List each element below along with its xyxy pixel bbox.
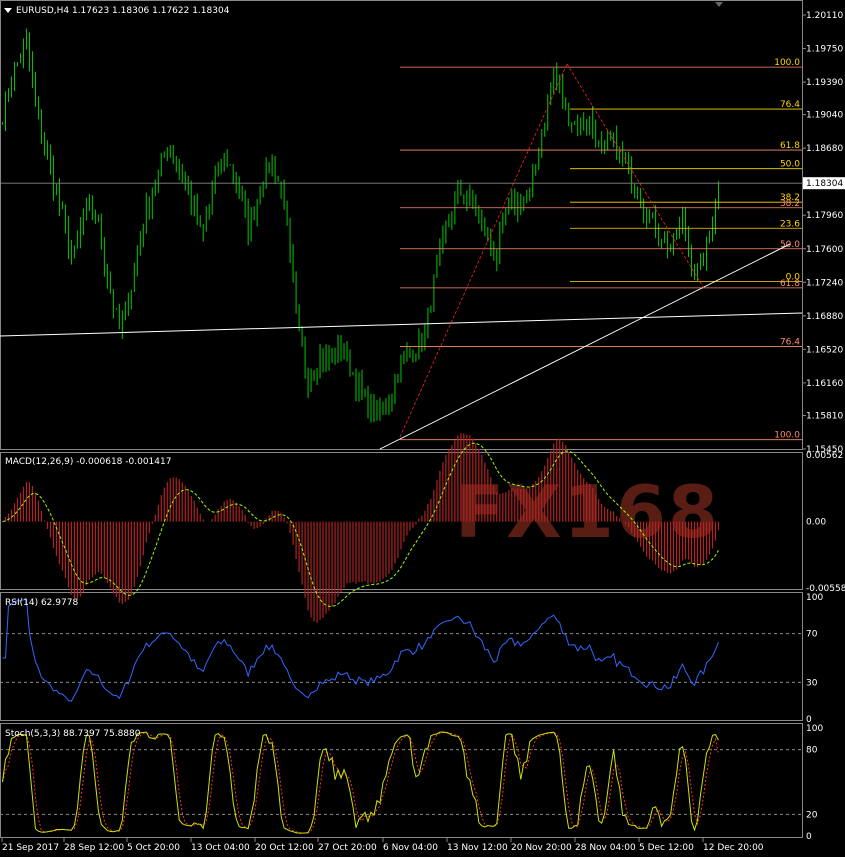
stoch-main-line [2,731,719,834]
time-axis: 21 Sep 2017 28 Sep 12:00 5 Oct 20:00 13 Oct… [1,838,764,853]
time-axis-tick-label: 12 Dec 20:00 [703,843,764,853]
price-axis-tick-label: 1.16160 [806,379,843,389]
macd-panel-title: MACD(12,26,9) -0.000618 -0.001417 [5,457,171,467]
fib-level-label: 23.6 [780,219,800,229]
trading-terminal: FX168 100.0 76.4 61.8 50.0 38.2 38.2 23.6 50.0 0… [0,0,845,857]
fib-level-label: 38.2 [780,199,800,209]
rsi-axis-tick-label: 70 [806,630,818,640]
fib-base-line [399,63,568,438]
price-layer: 100.076.461.850.038.238.223.650.00.061.8… [0,28,803,450]
price-axis-tick-label: 1.18680 [806,144,843,154]
time-axis-tick-label: 5 Oct 20:00 [127,843,180,853]
stoch-axis-tick-label: 0 [806,832,812,842]
price-axis-tick-label: 1.16880 [806,312,843,322]
time-axis-tick-label: 13 Oct 04:00 [191,843,250,853]
time-axis-tick-label: 20 Oct 12:00 [255,843,314,853]
current-price-label: 1.18304 [806,179,843,189]
macd-axis-tick-label: 0.00 [806,518,826,528]
rsi-layer: 10070300 [0,593,823,725]
trendline-support-long [0,312,803,337]
time-axis-tick-label: 6 Nov 04:00 [383,843,438,853]
fib-level-label: 61.8 [780,279,800,289]
price-axis-tick-label: 1.19750 [806,45,843,55]
time-axis-tick-label: 28 Nov 04:00 [575,843,636,853]
price-panel-title: EURUSD,H4 1.17623 1.18306 1.17622 1.1830… [16,6,230,16]
price-axis-tick-label: 1.15450 [806,445,843,455]
rsi-panel-title: RSI(14) 62.9778 [5,598,78,608]
rsi-axis-tick-label: 30 [806,678,818,688]
rsi-axis-tick-label: 100 [806,593,823,603]
stoch-panel-frame [0,723,803,838]
panel-frames [0,0,803,838]
price-axis-tick-label: 1.17960 [806,211,843,221]
chart-svg: FX168 100.076.461.850.038.238.223.650.00… [0,0,845,853]
price-axis: 1.20110 1.19750 1.19390 1.19040 1.18680 1.179… [0,11,845,455]
dropdown-triangle-icon[interactable] [4,8,12,13]
fib-level-label: 100.0 [774,58,800,68]
rsi-line [2,599,719,702]
stoch-panel-title: Stoch(5,3,3) 88.7397 75.8880 [5,729,141,739]
fib-level-label: 61.8 [780,141,800,151]
time-axis-tick-label: 21 Sep 2017 [2,843,59,853]
stoch-axis-tick-label: 20 [806,810,818,820]
stoch-layer: 100 80 20 0 [0,724,823,842]
stoch-axis-tick-label: 80 [806,746,818,756]
time-axis-tick-label: 27 Oct 20:00 [318,843,377,853]
price-axis-tick-label: 1.17600 [806,245,843,255]
time-axis-tick-label: 13 Nov 12:00 [447,843,508,853]
price-axis-tick-label: 1.16520 [806,345,843,355]
time-axis-tick-label: 20 Nov 20:00 [511,843,572,853]
time-axis-tick-label: 5 Dec 12:00 [639,843,694,853]
scroll-marker-icon[interactable] [715,2,723,7]
fib-level-label: 100.0 [774,431,800,441]
fib-level-label: 50.0 [780,160,800,170]
price-axis-tick-label: 1.15810 [806,411,843,421]
price-axis-tick-label: 1.19390 [806,78,843,88]
price-axis-tick-label: 1.19040 [806,111,843,121]
price-axis-tick-label: 1.20110 [806,11,843,21]
fib-base-line [566,63,706,291]
watermark-logo: FX168 [455,470,720,554]
fib-level-label: 76.4 [780,100,800,110]
fib-level-label: 50.0 [780,240,800,250]
rsi-panel-frame [0,592,803,721]
time-axis-tick-label: 28 Sep 12:00 [64,843,124,853]
price-axis-tick-label: 1.17240 [806,278,843,288]
fib-level-label: 76.4 [780,338,800,348]
stoch-axis-tick-label: 100 [806,724,823,734]
